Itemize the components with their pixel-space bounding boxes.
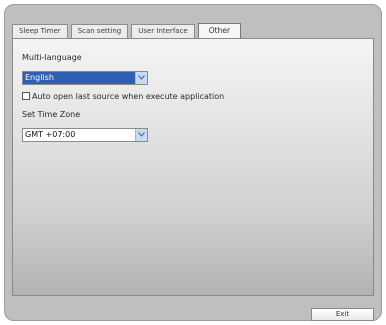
tab-other[interactable]: Other — [197, 23, 242, 38]
tab-scan-setting[interactable]: Scan setting — [70, 24, 129, 38]
timezone-dropdown-button[interactable] — [135, 129, 147, 141]
auto-open-label: Auto open last source when execute appli… — [32, 91, 225, 101]
tab-bar: Sleep Timer Scan setting User Interface … — [12, 23, 242, 38]
auto-open-row[interactable]: Auto open last source when execute appli… — [22, 91, 224, 101]
language-select[interactable]: English — [22, 71, 148, 85]
exit-button[interactable]: Exit — [311, 308, 374, 321]
tab-sleep-timer[interactable]: Sleep Timer — [12, 24, 68, 38]
language-select-value: English — [23, 72, 135, 84]
timezone-label: Set Time Zone — [22, 110, 81, 119]
language-label: Multi-language — [22, 53, 82, 62]
auto-open-checkbox[interactable] — [22, 92, 30, 100]
chevron-down-icon — [138, 132, 145, 137]
chevron-down-icon — [138, 75, 145, 80]
tab-user-interface[interactable]: User Interface — [131, 24, 195, 38]
timezone-select-value: GMT +07:00 — [25, 130, 76, 139]
timezone-select[interactable]: GMT +07:00 — [22, 128, 148, 142]
language-dropdown-button[interactable] — [135, 72, 147, 84]
